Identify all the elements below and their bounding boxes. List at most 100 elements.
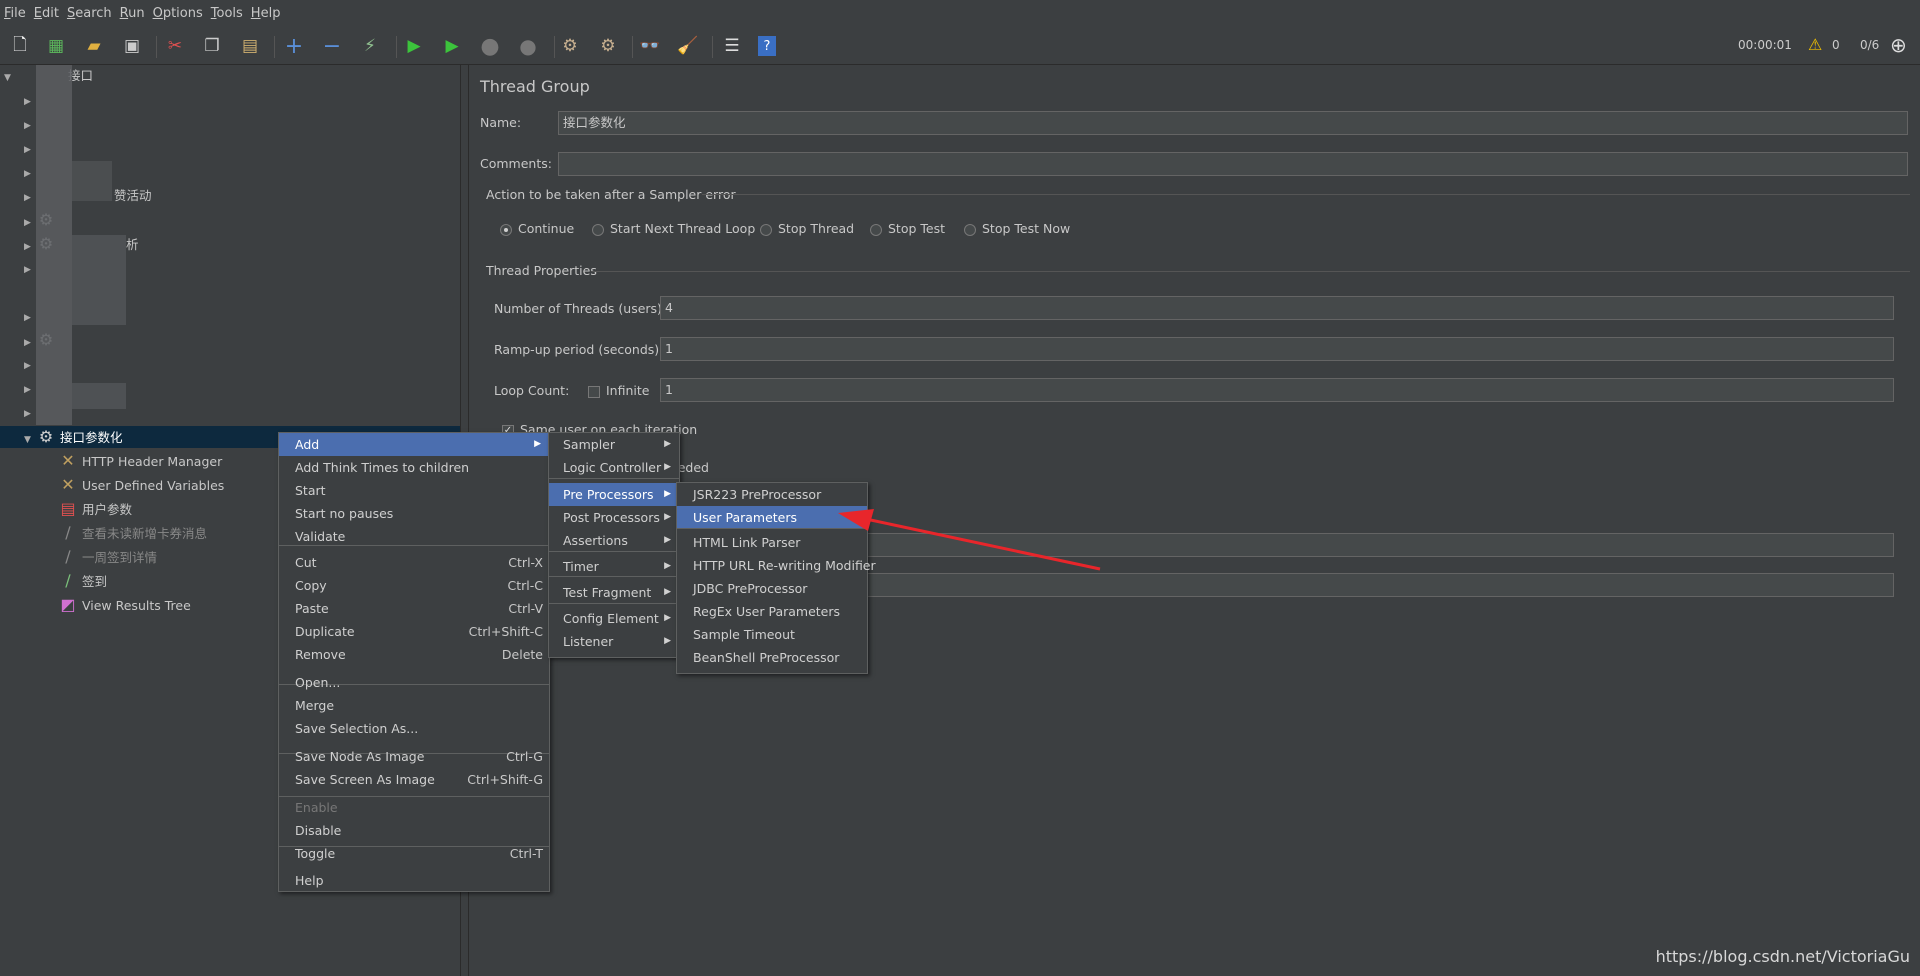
radio-stop-test-now[interactable]: Stop Test Now — [964, 221, 1070, 236]
context-menu-item-toggle[interactable]: Toggle Ctrl-T — [279, 842, 549, 865]
tree-item[interactable]: ▶ — [24, 137, 36, 159]
collapse-icon[interactable]: − — [320, 34, 344, 59]
add-menu-item-post-processors[interactable]: Post Processors ▶ — [549, 506, 679, 529]
pre-processor-item-jsr223-preprocessor[interactable]: JSR223 PreProcessor — [677, 483, 867, 506]
context-menu-item-open[interactable]: Open... — [279, 671, 549, 694]
context-menu-item-copy[interactable]: Copy Ctrl-C — [279, 574, 549, 597]
tree-item[interactable]: ✕ HTTP Header Manager — [58, 450, 222, 472]
threads-field[interactable]: 4 — [660, 296, 1894, 320]
context-menu-item-duplicate[interactable]: Duplicate Ctrl+Shift-C — [279, 620, 549, 643]
menu-edit[interactable]: Edit — [30, 0, 63, 28]
tree-item[interactable] — [24, 281, 36, 303]
menu-tools[interactable]: Tools — [207, 0, 247, 28]
copy-icon[interactable]: ❐ — [200, 34, 224, 58]
name-field[interactable]: 接口参数化 — [558, 111, 1908, 135]
tree-item[interactable]: ▤ 用户参数 — [58, 498, 132, 520]
stop-icon[interactable]: ● — [478, 34, 502, 59]
radio-continue[interactable]: Continue — [500, 221, 574, 236]
menu-item-label: Sample Timeout — [693, 627, 795, 642]
menu-item-label: Cut — [295, 555, 317, 570]
tree-item-disabled[interactable]: ∕ 查看未读新增卡券消息 — [58, 522, 207, 544]
context-menu-item-add-think-times-to-children[interactable]: Add Think Times to children — [279, 456, 549, 479]
context-menu-item-remove[interactable]: Remove Delete — [279, 643, 549, 666]
tree-item-selected[interactable]: ▼ ⚙ 接口参数化 — [24, 426, 123, 448]
pre-processor-item-jdbc-preprocessor[interactable]: JDBC PreProcessor — [677, 577, 867, 600]
add-menu-item-config-element[interactable]: Config Element ▶ — [549, 607, 679, 630]
menu-options[interactable]: Options — [149, 0, 207, 28]
radio-start-next-thread-loop[interactable]: Start Next Thread Loop — [592, 221, 755, 236]
tree-item[interactable]: ▶ — [24, 305, 36, 327]
tree-item[interactable]: ∕ 签到 — [58, 570, 107, 592]
menu-help[interactable]: Help — [247, 0, 285, 28]
menu-run[interactable]: Run — [116, 0, 149, 28]
context-menu-item-save-selection-as[interactable]: Save Selection As... — [279, 717, 549, 740]
tree-item[interactable]: ▶ — [24, 113, 36, 135]
tree-item[interactable]: ▶ — [24, 401, 36, 423]
help-icon[interactable]: ? — [758, 36, 776, 56]
radio-button[interactable] — [592, 223, 604, 236]
start-no-pauses-icon[interactable]: ▶ — [440, 34, 464, 58]
add-menu-item-sampler[interactable]: Sampler ▶ — [549, 433, 679, 456]
checkbox[interactable] — [588, 385, 600, 398]
open-icon[interactable]: ▰ — [82, 34, 106, 58]
rampup-field[interactable]: 1 — [660, 337, 1894, 361]
menu-search[interactable]: Search — [63, 0, 116, 28]
infinite-checkbox[interactable]: Infinite — [588, 383, 649, 398]
add-menu-item-pre-processors[interactable]: Pre Processors ▶ — [549, 483, 679, 506]
add-menu-item-assertions[interactable]: Assertions ▶ — [549, 529, 679, 552]
radio-button[interactable] — [500, 223, 512, 236]
cut-icon[interactable]: ✂ — [163, 34, 187, 58]
loop-count-field[interactable]: 1 — [660, 378, 1894, 402]
reset-search-icon[interactable]: 🧹 — [676, 34, 700, 58]
pre-processor-item-sample-timeout[interactable]: Sample Timeout — [677, 623, 867, 646]
function-helper-icon[interactable]: ☰ — [720, 34, 744, 58]
tree-item[interactable]: ▶ — [24, 89, 36, 111]
context-menu-item-merge[interactable]: Merge — [279, 694, 549, 717]
context-menu-item-save-screen-as-image[interactable]: Save Screen As Image Ctrl+Shift-G — [279, 768, 549, 791]
expand-icon[interactable]: + — [282, 34, 306, 59]
templates-icon[interactable]: ▦ — [44, 34, 68, 58]
search-icon[interactable]: 👓 — [638, 34, 662, 58]
paste-icon[interactable]: ▤ — [238, 34, 262, 58]
clear-all-icon[interactable]: ⚙ — [596, 34, 620, 58]
startup-delay-field[interactable] — [862, 573, 1894, 597]
add-menu-item-test-fragment[interactable]: Test Fragment ▶ — [549, 581, 679, 604]
tree-item[interactable]: ✕ User Defined Variables — [58, 474, 224, 496]
context-menu-item-start-no-pauses[interactable]: Start no pauses — [279, 502, 549, 525]
context-menu-item-save-node-as-image[interactable]: Save Node As Image Ctrl-G — [279, 745, 549, 768]
radio-button[interactable] — [870, 223, 882, 236]
tree-item-disabled[interactable]: ∕ 一周签到详情 — [58, 546, 157, 568]
shutdown-icon[interactable]: ● — [516, 34, 540, 58]
warning-icon[interactable]: ⚠ — [1808, 35, 1822, 54]
add-menu-item-timer[interactable]: Timer ▶ — [549, 555, 679, 578]
context-menu-item-add[interactable]: Add ▶ — [279, 433, 549, 456]
tree-item[interactable]: ▶ — [24, 353, 36, 375]
context-menu-item-start[interactable]: Start — [279, 479, 549, 502]
tree-item[interactable]: ▶ — [24, 257, 36, 279]
context-menu-item-disable[interactable]: Disable — [279, 819, 549, 842]
tree-item[interactable]: ▶ — [24, 161, 36, 183]
toggle-icon[interactable]: ⚡ — [358, 34, 382, 58]
add-menu-item-logic-controller[interactable]: Logic Controller ▶ — [549, 456, 679, 479]
radio-stop-thread[interactable]: Stop Thread — [760, 221, 854, 236]
tree-item[interactable]: ▶ — [24, 377, 36, 399]
context-menu-item-enable[interactable]: Enable — [279, 796, 549, 819]
pre-processor-item-regex-user-parameters[interactable]: RegEx User Parameters — [677, 600, 867, 623]
save-icon[interactable]: ▣ — [120, 34, 144, 58]
new-icon[interactable]: 🗋 — [8, 34, 32, 58]
comments-field[interactable] — [558, 152, 1908, 176]
radio-button[interactable] — [760, 223, 772, 236]
radio-button[interactable] — [964, 223, 976, 236]
start-icon[interactable]: ▶ — [402, 34, 426, 58]
add-menu-item-listener[interactable]: Listener ▶ — [549, 630, 679, 653]
context-menu-item-cut[interactable]: Cut Ctrl-X — [279, 551, 549, 574]
tree-item[interactable]: ◩ View Results Tree — [58, 594, 190, 616]
pipette-icon: ∕ — [65, 523, 71, 542]
menu-file[interactable]: File — [0, 0, 30, 28]
context-menu-item-paste[interactable]: Paste Ctrl-V — [279, 597, 549, 620]
clear-icon[interactable]: ⚙ — [558, 34, 582, 58]
context-menu-item-help[interactable]: Help — [279, 869, 549, 892]
context-menu-item-validate[interactable]: Validate — [279, 525, 549, 548]
pre-processor-item-beanshell-preprocessor[interactable]: BeanShell PreProcessor — [677, 646, 867, 669]
radio-stop-test[interactable]: Stop Test — [870, 221, 945, 236]
